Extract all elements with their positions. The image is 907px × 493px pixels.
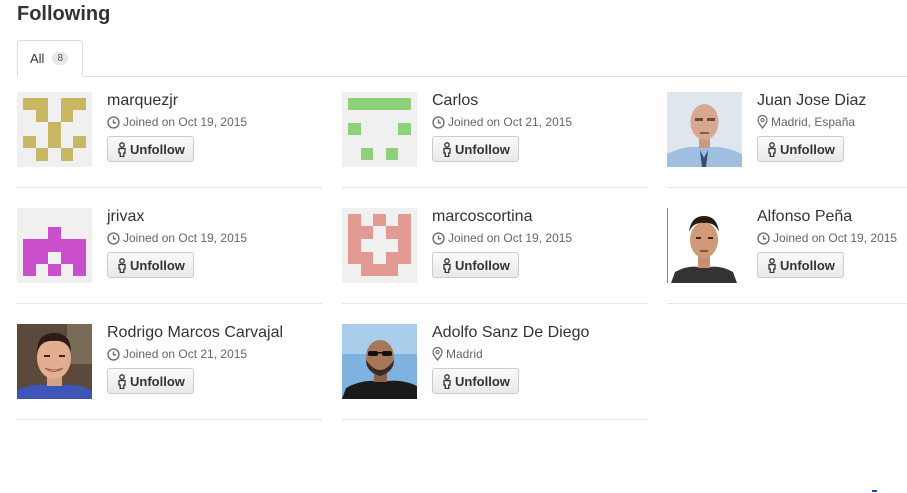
user-meta: Joined on Oct 19, 2015 [432,230,572,246]
person-icon [443,257,451,273]
user-meta: Joined on Oct 19, 2015 [757,230,897,246]
avatar[interactable] [342,208,417,283]
identicon-avatar [17,92,92,167]
user-card: Adolfo Sanz De Diego Madrid Unfollow [342,324,647,420]
link-fragment [872,490,877,492]
clock-icon [107,115,120,129]
person-icon [768,257,776,273]
unfollow-button[interactable]: Unfollow [432,252,519,278]
unfollow-button[interactable]: Unfollow [107,252,194,278]
tab-bar: All 8 [17,40,907,77]
user-name[interactable]: Adolfo Sanz De Diego [432,323,589,343]
avatar[interactable] [17,92,92,167]
avatar[interactable] [342,324,417,399]
user-meta: Joined on Oct 21, 2015 [107,346,283,362]
user-card: Carlos Joined on Oct 21, 2015 Unfollow [342,92,647,188]
avatar[interactable] [342,92,417,167]
user-name[interactable]: Rodrigo Marcos Carvajal [107,323,283,343]
unfollow-label: Unfollow [780,257,835,273]
avatar[interactable] [667,92,742,167]
clock-icon [757,231,770,245]
profile-photo [17,324,92,399]
unfollow-button[interactable]: Unfollow [757,252,844,278]
user-meta: Joined on Oct 21, 2015 [432,114,572,130]
unfollow-label: Unfollow [455,373,510,389]
unfollow-label: Unfollow [130,373,185,389]
tab-all[interactable]: All 8 [17,40,83,77]
clock-icon [432,231,445,245]
user-name[interactable]: marcoscortina [432,207,572,227]
unfollow-label: Unfollow [130,257,185,273]
user-name[interactable]: Carlos [432,91,572,111]
profile-photo [667,92,742,167]
person-icon [768,141,776,157]
user-meta-text: Joined on Oct 19, 2015 [448,231,573,245]
profile-photo [342,324,417,399]
unfollow-button[interactable]: Unfollow [107,136,194,162]
unfollow-label: Unfollow [455,141,510,157]
identicon-avatar [342,208,417,283]
user-meta-text: Madrid [446,347,483,361]
profile-photo [667,208,742,283]
user-meta: Joined on Oct 19, 2015 [107,230,247,246]
unfollow-label: Unfollow [130,141,185,157]
user-name[interactable]: jrivax [107,207,247,227]
person-icon [118,141,126,157]
user-name[interactable]: marquezjr [107,91,247,111]
person-icon [118,373,126,389]
user-card: Alfonso Peña Joined on Oct 19, 2015 Unfo… [667,208,907,304]
user-card: marcoscortina Joined on Oct 19, 2015 Unf… [342,208,647,304]
user-card: Rodrigo Marcos Carvajal Joined on Oct 21… [17,324,322,420]
unfollow-button[interactable]: Unfollow [107,368,194,394]
unfollow-button[interactable]: Unfollow [432,368,519,394]
person-icon [443,141,451,157]
user-meta-text: Joined on Oct 19, 2015 [123,115,248,129]
user-meta-text: Madrid, España [771,115,856,129]
tab-count-badge: 8 [52,52,69,65]
avatar[interactable] [17,324,92,399]
clock-icon [107,347,120,361]
user-meta-text: Joined on Oct 19, 2015 [773,231,898,245]
user-card: marquezjr Joined on Oct 19, 2015 Unfollo… [17,92,322,188]
avatar[interactable] [17,208,92,283]
user-name[interactable]: Juan Jose Diaz [757,91,866,111]
person-icon [443,373,451,389]
tab-label: All [30,51,45,66]
user-card: Juan Jose Diaz Madrid, España Unfollow [667,92,907,188]
unfollow-label: Unfollow [780,141,835,157]
user-meta-text: Joined on Oct 19, 2015 [123,231,248,245]
clock-icon [432,115,445,129]
identicon-avatar [17,208,92,283]
user-meta: Madrid, España [757,114,866,130]
person-icon [118,257,126,273]
clock-icon [107,231,120,245]
location-icon [432,347,443,361]
avatar[interactable] [667,208,742,283]
page-title: Following [17,3,111,25]
user-name[interactable]: Alfonso Peña [757,207,897,227]
user-meta-text: Joined on Oct 21, 2015 [448,115,573,129]
user-card: jrivax Joined on Oct 19, 2015 Unfollow [17,208,322,304]
unfollow-button[interactable]: Unfollow [432,136,519,162]
identicon-avatar [342,92,417,167]
unfollow-button[interactable]: Unfollow [757,136,844,162]
user-meta: Joined on Oct 19, 2015 [107,114,247,130]
user-meta-text: Joined on Oct 21, 2015 [123,347,248,361]
user-meta: Madrid [432,346,589,362]
unfollow-label: Unfollow [455,257,510,273]
location-icon [757,115,768,129]
